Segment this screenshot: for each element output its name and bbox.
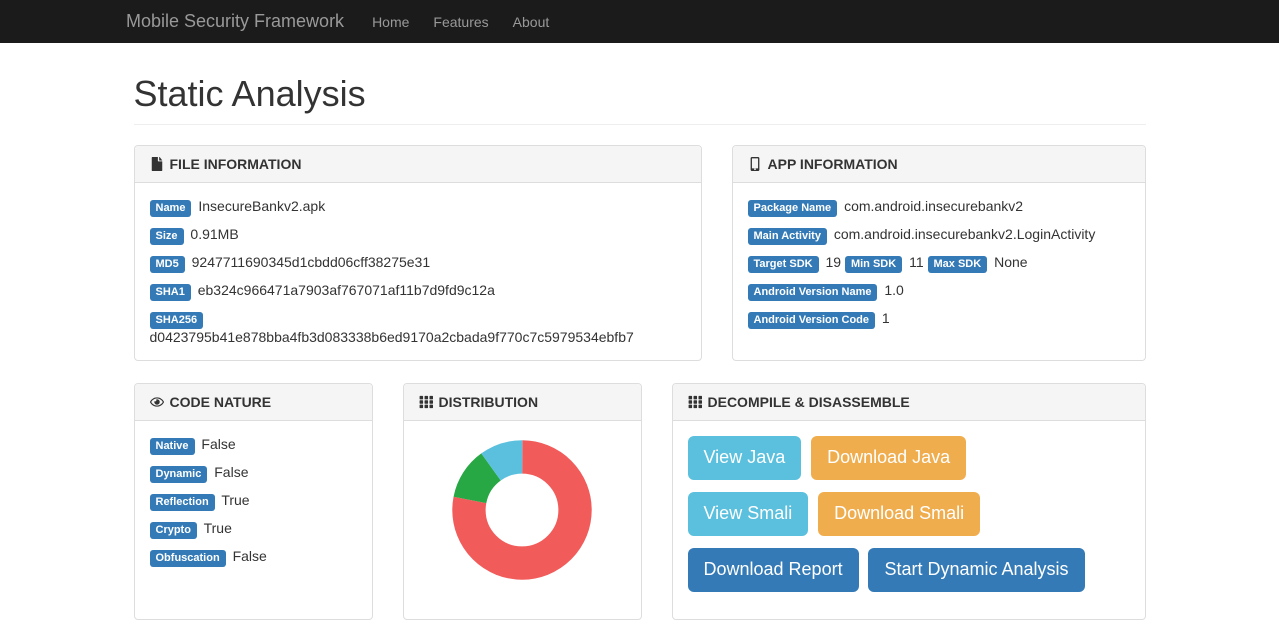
- name-label: Name: [150, 200, 192, 217]
- version-name-value: 1.0: [884, 282, 903, 298]
- size-label: Size: [150, 228, 184, 245]
- obfuscation-label: Obfuscation: [150, 550, 226, 567]
- download-smali-button[interactable]: Download Smali: [818, 492, 980, 536]
- file-sha256-value: d0423795b41e878bba4fb3d083338b6ed9170a2c…: [150, 329, 634, 345]
- decompile-title: DECOMPILE & DISASSEMBLE: [708, 394, 910, 410]
- start-dynamic-analysis-button[interactable]: Start Dynamic Analysis: [868, 548, 1084, 592]
- distribution-panel: DISTRIBUTION: [403, 383, 642, 620]
- dynamic-line: Dynamic False: [150, 464, 357, 483]
- version-name-label: Android Version Name: [748, 284, 878, 301]
- sha256-label: SHA256: [150, 312, 204, 329]
- version-code-value: 1: [882, 310, 890, 326]
- target-sdk-label: Target SDK: [748, 256, 819, 273]
- version-code-label: Android Version Code: [748, 312, 876, 329]
- package-value: com.android.insecurebankv2: [844, 198, 1023, 214]
- file-information-title: FILE INFORMATION: [170, 156, 302, 172]
- decompile-panel: DECOMPILE & DISASSEMBLE View Java Downlo…: [672, 383, 1146, 620]
- page-title: Static Analysis: [134, 73, 1146, 125]
- file-size-value: 0.91MB: [190, 226, 238, 242]
- file-sha1-line: SHA1 eb324c966471a7903af767071af11b7d9fd…: [150, 282, 686, 301]
- code-nature-heading: CODE NATURE: [135, 384, 372, 421]
- nav-home[interactable]: Home: [372, 14, 409, 30]
- nav-features[interactable]: Features: [433, 14, 488, 30]
- grid-icon: [419, 395, 433, 409]
- file-name-line: Name InsecureBankv2.apk: [150, 198, 686, 217]
- file-md5-value: 9247711690345d1cbdd06cff38275e31: [192, 254, 431, 270]
- download-report-button[interactable]: Download Report: [688, 548, 859, 592]
- top-navbar: Mobile Security Framework Home Features …: [0, 0, 1279, 43]
- file-size-line: Size 0.91MB: [150, 226, 686, 245]
- crypto-value: True: [204, 520, 232, 536]
- file-sha256-line: SHA256 d0423795b41e878bba4fb3d083338b6ed…: [150, 310, 686, 345]
- reflection-label: Reflection: [150, 494, 215, 511]
- dynamic-value: False: [214, 464, 248, 480]
- native-line: Native False: [150, 436, 357, 455]
- distribution-donut-chart: [452, 440, 592, 580]
- main-container: Static Analysis FILE INFORMATION Name In…: [134, 43, 1146, 620]
- sdk-line: Target SDK 19 Min SDK 11 Max SDK None: [748, 254, 1130, 273]
- min-sdk-label: Min SDK: [845, 256, 902, 273]
- main-activity-line: Main Activity com.android.insecurebankv2…: [748, 226, 1130, 245]
- donut-segment-teal: [469, 457, 575, 563]
- sha1-label: SHA1: [150, 284, 191, 301]
- max-sdk-label: Max SDK: [928, 256, 988, 273]
- view-java-button[interactable]: View Java: [688, 436, 802, 480]
- file-information-heading: FILE INFORMATION: [135, 146, 701, 183]
- decompile-heading: DECOMPILE & DISASSEMBLE: [673, 384, 1145, 421]
- file-icon: [150, 157, 164, 171]
- app-information-title: APP INFORMATION: [768, 156, 898, 172]
- obfuscation-line: Obfuscation False: [150, 548, 357, 567]
- max-sdk-value: None: [994, 254, 1027, 270]
- distribution-title: DISTRIBUTION: [439, 394, 539, 410]
- app-information-heading: APP INFORMATION: [733, 146, 1145, 183]
- grid-icon: [688, 395, 702, 409]
- view-smali-button[interactable]: View Smali: [688, 492, 809, 536]
- md5-label: MD5: [150, 256, 185, 273]
- dynamic-label: Dynamic: [150, 466, 208, 483]
- file-information-panel: FILE INFORMATION Name InsecureBankv2.apk…: [134, 145, 702, 361]
- reflection-value: True: [221, 492, 249, 508]
- crypto-label: Crypto: [150, 522, 197, 539]
- navbar-brand[interactable]: Mobile Security Framework: [126, 11, 344, 32]
- target-sdk-value: 19: [825, 254, 841, 270]
- app-information-panel: APP INFORMATION Package Name com.android…: [732, 145, 1146, 361]
- nav-about[interactable]: About: [513, 14, 550, 30]
- file-md5-line: MD5 9247711690345d1cbdd06cff38275e31: [150, 254, 686, 273]
- file-name-value: InsecureBankv2.apk: [198, 198, 325, 214]
- code-nature-panel: CODE NATURE Native False Dynamic False R…: [134, 383, 373, 620]
- main-activity-label: Main Activity: [748, 228, 827, 245]
- crypto-line: Crypto True: [150, 520, 357, 539]
- reflection-line: Reflection True: [150, 492, 357, 511]
- obfuscation-value: False: [233, 548, 267, 564]
- version-code-line: Android Version Code 1: [748, 310, 1130, 329]
- package-label: Package Name: [748, 200, 838, 217]
- native-value: False: [201, 436, 235, 452]
- code-nature-title: CODE NATURE: [170, 394, 272, 410]
- min-sdk-value: 11: [909, 254, 924, 270]
- version-name-line: Android Version Name 1.0: [748, 282, 1130, 301]
- download-java-button[interactable]: Download Java: [811, 436, 966, 480]
- distribution-heading: DISTRIBUTION: [404, 384, 641, 421]
- file-sha1-value: eb324c966471a7903af767071af11b7d9fd9c12a: [198, 282, 495, 298]
- package-line: Package Name com.android.insecurebankv2: [748, 198, 1130, 217]
- native-label: Native: [150, 438, 195, 455]
- mobile-icon: [748, 157, 762, 171]
- eye-icon: [150, 395, 164, 409]
- main-activity-value: com.android.insecurebankv2.LoginActivity: [834, 226, 1095, 242]
